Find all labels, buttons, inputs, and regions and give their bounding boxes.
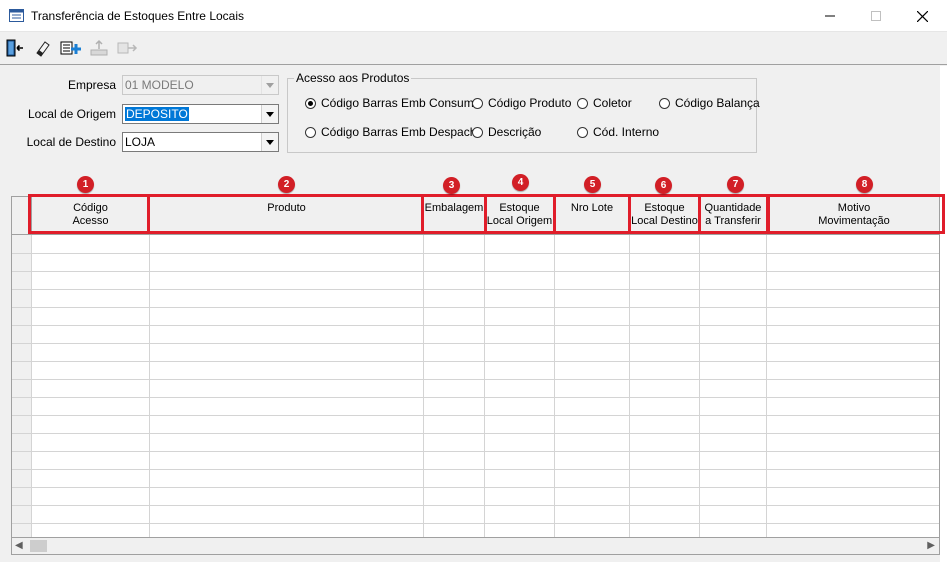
- maximize-button[interactable]: [853, 0, 899, 32]
- chevron-down-icon: [266, 139, 274, 145]
- radio-label: Coletor: [593, 96, 632, 110]
- radio-label: Cód. Interno: [593, 125, 660, 139]
- radio-empty-icon: [577, 97, 588, 109]
- grid-cells: [12, 235, 939, 537]
- exit-door-icon: [6, 39, 23, 57]
- radio-cod-barras-consumo[interactable]: Código Barras Emb Consumo: [305, 96, 480, 110]
- empresa-combo[interactable]: 01 MODELO: [122, 75, 279, 95]
- radio-cod-produto[interactable]: Código Produto: [472, 96, 571, 110]
- badge-6: 6: [655, 177, 672, 194]
- radio-cod-barras-despacho[interactable]: Código Barras Emb Despacho: [305, 125, 483, 139]
- transfer-grid[interactable]: Código Acesso Produto Embalagem Estoque …: [11, 196, 940, 538]
- toolbar: [0, 33, 947, 65]
- destino-dropdown[interactable]: [261, 133, 278, 151]
- exit-button[interactable]: [3, 36, 27, 60]
- close-button[interactable]: [899, 0, 945, 32]
- chevron-down-icon: [266, 82, 274, 88]
- empresa-dropdown[interactable]: [261, 76, 278, 94]
- title-bar: Transferência de Estoques Entre Locais: [0, 0, 947, 32]
- radio-cod-balanca[interactable]: Código Balança: [659, 96, 760, 110]
- badge-4: 4: [512, 174, 529, 191]
- radio-label: Código Produto: [488, 96, 572, 110]
- eraser-icon: [36, 41, 50, 57]
- badge-8: 8: [856, 176, 873, 193]
- badge-2: 2: [278, 176, 295, 193]
- radio-empty-icon: [305, 126, 316, 138]
- origem-dropdown[interactable]: [261, 105, 278, 123]
- empresa-value: 01 MODELO: [125, 78, 194, 92]
- app-window-icon: [9, 9, 24, 22]
- badge-7: 7: [727, 176, 744, 193]
- radio-empty-icon: [577, 126, 588, 138]
- export-button[interactable]: [87, 36, 111, 60]
- transfer-button[interactable]: [115, 36, 139, 60]
- horizontal-scrollbar[interactable]: ◀ ▶: [11, 538, 940, 555]
- destino-value: LOJA: [125, 135, 156, 149]
- row-indicator-column: [12, 235, 31, 537]
- radio-label: Código Balança: [675, 96, 760, 110]
- maximize-icon: [871, 11, 881, 21]
- minimize-icon: [825, 15, 835, 17]
- acesso-produtos-group: Acesso aos Produtos: [287, 71, 757, 153]
- radio-cod-interno[interactable]: Cód. Interno: [577, 125, 659, 139]
- radio-empty-icon: [472, 126, 483, 138]
- radio-selected-icon: [305, 97, 316, 109]
- acesso-produtos-legend: Acesso aos Produtos: [294, 71, 412, 85]
- scroll-left-arrow-icon[interactable]: ◀: [15, 540, 23, 551]
- origem-label: Local de Origem: [27, 107, 116, 121]
- badge-3: 3: [443, 177, 460, 194]
- radio-empty-icon: [659, 97, 670, 109]
- scroll-right-arrow-icon[interactable]: ▶: [927, 540, 935, 551]
- empresa-label: Empresa: [67, 78, 116, 92]
- export-tray-icon: [90, 39, 108, 56]
- origem-combo[interactable]: DEPOSITO: [122, 104, 279, 124]
- minimize-button[interactable]: [807, 0, 853, 32]
- destino-combo[interactable]: LOJA: [122, 132, 279, 152]
- badge-1: 1: [77, 176, 94, 193]
- destino-label: Local de Destino: [26, 135, 116, 149]
- radio-label: Código Barras Emb Despacho: [321, 125, 484, 139]
- radio-empty-icon: [472, 97, 483, 109]
- clear-button[interactable]: [31, 36, 55, 60]
- scroll-thumb[interactable]: [30, 540, 47, 552]
- radio-descricao[interactable]: Descrição: [472, 125, 541, 139]
- close-icon: [916, 10, 928, 22]
- radio-label: Código Barras Emb Consumo: [321, 96, 481, 110]
- origem-value: DEPOSITO: [125, 107, 189, 121]
- add-item-button[interactable]: [59, 36, 83, 60]
- chevron-down-icon: [266, 111, 274, 117]
- window-edge: [940, 66, 947, 562]
- radio-coletor[interactable]: Coletor: [577, 96, 632, 110]
- add-list-icon: [60, 41, 81, 55]
- badge-5: 5: [584, 176, 601, 193]
- transfer-arrow-icon: [117, 42, 138, 54]
- radio-label: Descrição: [488, 125, 542, 139]
- window-title: Transferência de Estoques Entre Locais: [31, 9, 245, 23]
